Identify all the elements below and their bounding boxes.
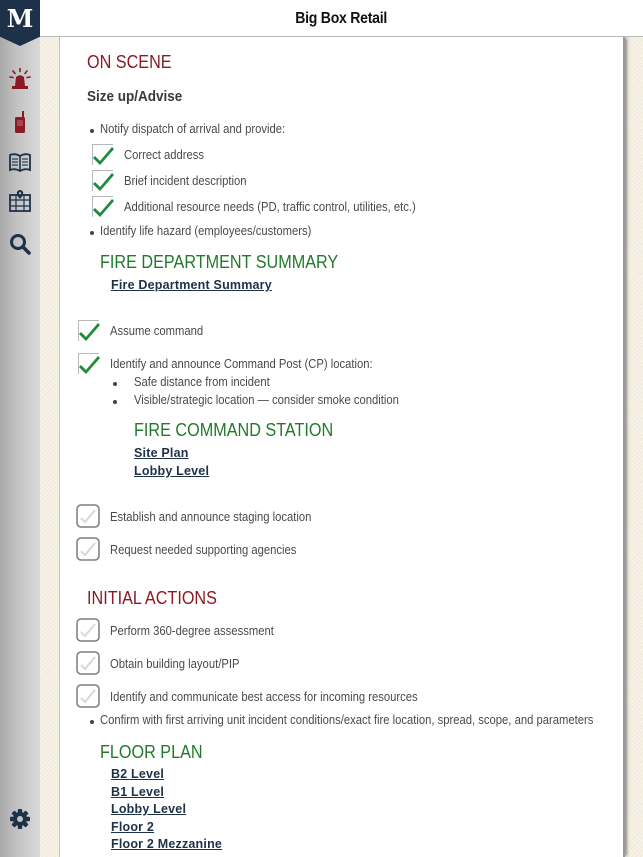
- book-icon[interactable]: [8, 150, 32, 174]
- life-hazard-text: Identify life hazard (employees/customer…: [100, 224, 312, 238]
- content-panel[interactable]: ON SCENE Size up/Advise Notify dispatch …: [59, 37, 625, 857]
- check-label: Brief incident description: [124, 174, 247, 188]
- checkbox-building-layout[interactable]: [76, 651, 100, 675]
- link-b1-level[interactable]: B1 Level: [111, 785, 164, 799]
- check-label: Additional resource needs (PD, traffic c…: [124, 200, 416, 214]
- bullet: [113, 400, 117, 404]
- gear-icon[interactable]: [8, 807, 32, 831]
- notify-dispatch-text: Notify dispatch of arrival and provide:: [100, 122, 286, 136]
- link-floor-2[interactable]: Floor 2: [111, 820, 154, 834]
- header-bar: Big Box Retail: [40, 0, 643, 37]
- search-icon[interactable]: [8, 232, 32, 256]
- check-label: Obtain building layout/PIP: [110, 657, 240, 671]
- checkbox-resource-needs[interactable]: [91, 195, 115, 219]
- link-floor-2-mezzanine[interactable]: Floor 2 Mezzanine: [111, 837, 222, 851]
- checkbox-brief-description[interactable]: [91, 169, 115, 193]
- link-site-plan[interactable]: Site Plan: [134, 446, 189, 460]
- radio-icon[interactable]: [8, 110, 32, 134]
- checkbox-assume-command[interactable]: [77, 319, 101, 343]
- check-label: Perform 360-degree assessment: [110, 624, 274, 638]
- bullet: [90, 231, 94, 235]
- checkbox-staging-location[interactable]: [76, 504, 100, 528]
- check-label: Assume command: [110, 324, 204, 338]
- section-title-fire-command-station: FIRE COMMAND STATION: [134, 420, 334, 440]
- checkbox-best-access[interactable]: [76, 684, 100, 708]
- bullet: [90, 129, 94, 133]
- check-label: Identify and communicate best access for…: [110, 690, 418, 704]
- check-label: Correct address: [124, 148, 205, 162]
- app-logo[interactable]: M: [0, 0, 40, 46]
- check-label: Request needed supporting agencies: [110, 543, 297, 557]
- checkbox-supporting-agencies[interactable]: [76, 537, 100, 561]
- link-fire-department-summary[interactable]: Fire Department Summary: [111, 278, 272, 292]
- checkbox-correct-address[interactable]: [91, 143, 115, 167]
- section-title-initial-actions: INITIAL ACTIONS: [87, 588, 217, 608]
- checkbox-360-assessment[interactable]: [76, 618, 100, 642]
- link-b2-level[interactable]: B2 Level: [111, 767, 164, 781]
- section-title-on-scene: ON SCENE: [87, 52, 172, 72]
- bullet: [90, 720, 94, 724]
- bullet: [113, 382, 117, 386]
- cp-bullet-text: Safe distance from incident: [134, 375, 270, 389]
- link-lobby-level[interactable]: Lobby Level: [134, 464, 209, 478]
- confirm-conditions-text: Confirm with first arriving unit inciden…: [100, 713, 594, 727]
- cp-bullet-text: Visible/strategic location — consider sm…: [134, 393, 399, 407]
- map-icon[interactable]: [8, 189, 32, 213]
- check-label: Establish and announce staging location: [110, 510, 312, 524]
- section-title-fire-dept-summary: FIRE DEPARTMENT SUMMARY: [100, 252, 339, 272]
- checkbox-command-post[interactable]: [77, 352, 101, 376]
- subsection-title-size-up: Size up/Advise: [87, 88, 183, 105]
- page-title: Big Box Retail: [295, 10, 388, 27]
- link-lobby-level-floor[interactable]: Lobby Level: [111, 802, 186, 816]
- sidebar: M: [0, 0, 40, 857]
- section-title-floor-plan: FLOOR PLAN: [100, 742, 203, 762]
- check-label: Identify and announce Command Post (CP) …: [110, 357, 373, 371]
- siren-icon[interactable]: [8, 67, 32, 91]
